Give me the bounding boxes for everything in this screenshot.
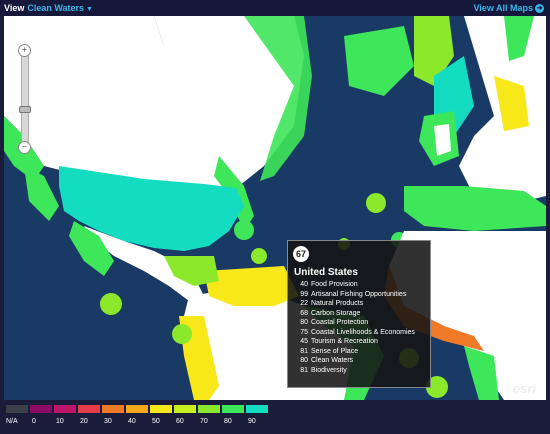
goal-score-row: 22 Natural Products (294, 299, 415, 309)
zoom-slider-thumb[interactable] (19, 106, 31, 113)
map-view[interactable]: + − 67 United States 40 Food Provision 99… (4, 16, 546, 400)
legend-swatch (222, 405, 244, 413)
goal-score-value: 68 (300, 309, 308, 317)
goal-score-label: Sense of Place (311, 347, 359, 355)
legend-label: 10 (56, 418, 64, 425)
top-bar: View Clean Waters ▼ View All Maps ➔ (0, 0, 550, 16)
country-info-popup: 67 United States 40 Food Provision 99 Arti… (287, 240, 431, 388)
legend-label: 20 (80, 418, 88, 425)
legend-label: 80 (224, 418, 232, 425)
view-selector[interactable]: View Clean Waters ▼ (4, 3, 93, 13)
map-canvas[interactable] (4, 16, 546, 400)
goal-score-value: 80 (300, 319, 308, 326)
goal-score-value: 81 (300, 347, 308, 355)
goal-score-row: 81 Sense of Place (294, 347, 415, 357)
goal-score-row: 99 Artisanal Fishing Opportunities (294, 290, 415, 300)
legend-label: 30 (104, 418, 112, 425)
legend-swatch (54, 405, 76, 413)
legend-label: 50 (152, 418, 160, 425)
goal-score-value: 99 (300, 290, 308, 298)
legend-swatch (126, 405, 148, 413)
legend-swatch (150, 405, 172, 413)
goal-score-row: 75 Coastal Livelihoods & Economies (294, 328, 415, 338)
goal-score-label: Food Provision (311, 281, 358, 288)
goal-score-row: 45 Tourism & Recreation (294, 337, 415, 347)
goal-score-value: 40 (300, 281, 308, 288)
legend-swatch (174, 405, 196, 413)
goal-score-label: Carbon Storage (311, 309, 361, 317)
goal-score-label: Coastal Protection (311, 319, 369, 326)
legend-label: 40 (128, 418, 136, 425)
goal-score-value: 75 (300, 328, 308, 336)
zoom-in-button[interactable]: + (18, 44, 31, 57)
view-all-maps-label: View All Maps (473, 3, 533, 13)
goal-score-list: 40 Food Provision 99 Artisanal Fishing Opp… (294, 280, 415, 375)
arrow-right-icon: ➔ (535, 4, 544, 14)
goal-score-row: 68 Carbon Storage (294, 309, 415, 319)
legend-swatch (6, 405, 28, 413)
esri-logo: esri (512, 381, 536, 396)
legend-label: N/A (6, 418, 18, 425)
legend-label: 0 (32, 418, 36, 425)
legend-label: 70 (200, 418, 208, 425)
goal-score-value: 81 (300, 366, 308, 374)
goal-score-row: 80 Clean Waters (294, 356, 415, 366)
legend-swatch (30, 405, 52, 413)
legend-swatch (246, 405, 268, 413)
goal-score-row: 80 Coastal Protection (294, 318, 415, 328)
legend-swatch (102, 405, 124, 413)
country-name: United States (294, 267, 358, 278)
overall-score-badge: 67 (293, 246, 309, 262)
goal-score-label: Coastal Livelihoods & Economies (311, 328, 415, 336)
goal-score-label: Clean Waters (311, 357, 354, 364)
goal-score-row: 81 Biodiversity (294, 366, 415, 376)
goal-score-value: 22 (300, 300, 308, 307)
goal-score-label: Tourism & Recreation (311, 338, 378, 345)
chevron-down-icon[interactable]: ▼ (86, 6, 93, 13)
color-legend: N/A 0 10 20 30 40 50 60 70 80 90 (6, 405, 276, 431)
goal-score-row: 40 Food Provision (294, 280, 415, 290)
zoom-out-button[interactable]: − (18, 141, 31, 154)
goal-score-label: Artisanal Fishing Opportunities (311, 290, 407, 298)
view-label: View (4, 3, 25, 13)
legend-swatch (78, 405, 100, 413)
legend-swatch (198, 405, 220, 413)
legend-label: 60 (176, 418, 184, 425)
legend-label: 90 (248, 418, 256, 425)
selected-view-dropdown[interactable]: Clean Waters (27, 3, 84, 13)
goal-score-label: Natural Products (311, 300, 364, 307)
zoom-slider-track[interactable] (21, 50, 29, 148)
goal-score-label: Biodiversity (311, 366, 347, 374)
view-all-maps-link[interactable]: View All Maps ➔ (473, 3, 544, 14)
goal-score-value: 80 (300, 357, 308, 364)
zoom-control: + − (18, 44, 31, 154)
goal-score-value: 45 (300, 338, 308, 345)
